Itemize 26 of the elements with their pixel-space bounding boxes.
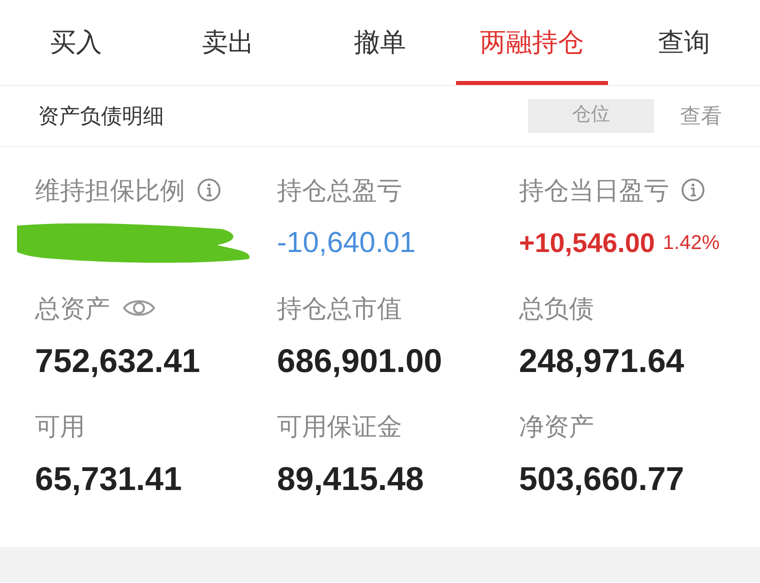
metric-label: 持仓总市值 <box>277 292 402 324</box>
metric-value: 248,971.64 <box>519 342 684 380</box>
tab[interactable]: 两融持仓 <box>456 0 608 85</box>
metric-value: 89,415.48 <box>277 460 424 498</box>
metric-value: -10,640.01 <box>277 226 416 260</box>
tab[interactable]: 撤单 <box>304 0 456 85</box>
metric-value: 752,632.41 <box>35 342 200 380</box>
metric-label: 持仓当日盈亏 <box>519 174 669 206</box>
metric-value: 503,660.77 <box>519 460 684 498</box>
metric-label: 可用保证金 <box>277 410 402 442</box>
metric-label: 可用 <box>35 410 85 442</box>
metric-label: 总资产 <box>35 292 110 324</box>
metric-value: +10,546.00 <box>519 228 655 258</box>
metric-label: 净资产 <box>519 410 594 442</box>
metric-value: 65,731.41 <box>35 460 182 498</box>
metric-label: 持仓总盈亏 <box>277 174 402 206</box>
tab[interactable]: 查询 <box>608 0 760 85</box>
section-title: 资产负债明细 <box>38 103 165 130</box>
metric-value: 686,901.00 <box>277 342 442 380</box>
tab[interactable]: 卖出 <box>152 0 304 85</box>
metric-label: 维持担保比例 <box>35 174 185 206</box>
tab[interactable]: 买入 <box>0 0 152 85</box>
info-icon[interactable] <box>681 178 705 202</box>
metric-label: 总负债 <box>519 292 594 324</box>
percent-change: 1.42% <box>662 232 720 254</box>
info-icon[interactable] <box>197 178 221 202</box>
